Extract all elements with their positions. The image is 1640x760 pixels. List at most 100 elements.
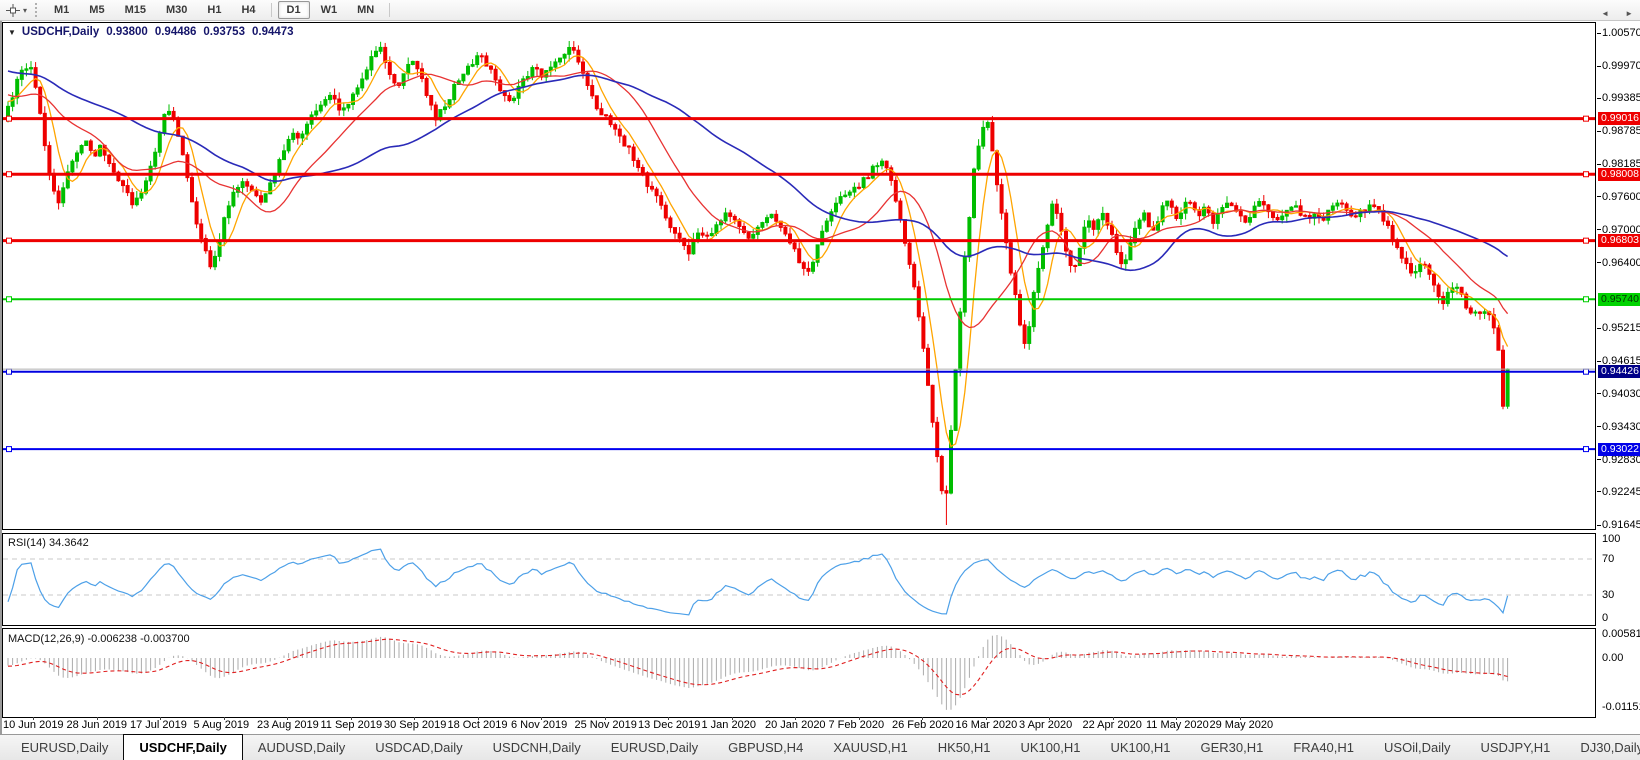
chart-tab-uk100-h1[interactable]: UK100,H1 <box>1005 735 1095 760</box>
chevron-down-icon: ▾ <box>23 6 27 15</box>
toolbar-grip[interactable] <box>35 3 37 17</box>
date-axis-label: 3 Apr 2020 <box>1019 719 1072 731</box>
price-axis-tick <box>1597 361 1601 362</box>
chart-tab-usdjpy-h1[interactable]: USDJPY,H1 <box>1466 735 1566 760</box>
price-level-tag: 0.99016 <box>1598 112 1640 125</box>
main-chart-panel[interactable] <box>2 22 1596 530</box>
chart-tab-usdcad-daily[interactable]: USDCAD,Daily <box>360 735 477 760</box>
price-axis-tick <box>1597 196 1601 197</box>
date-axis-label: 23 Aug 2019 <box>257 719 319 731</box>
date-axis-label: 11 Sep 2019 <box>321 719 383 731</box>
ohlc-high: 0.94486 <box>155 26 197 38</box>
macd-axis-label: -0.011514 <box>1602 701 1640 713</box>
chart-tab-ger30-h1[interactable]: GER30,H1 <box>1185 735 1278 760</box>
date-axis-label: 18 Oct 2019 <box>448 719 508 731</box>
date-axis-label: 5 Aug 2019 <box>194 719 250 731</box>
price-axis-tick <box>1597 229 1601 230</box>
crosshair-icon <box>5 3 21 18</box>
chart-tab-usdcnh-daily[interactable]: USDCNH,Daily <box>478 735 596 760</box>
timeframe-button-h1[interactable]: H1 <box>198 1 230 19</box>
chart-tab-eurusd-daily[interactable]: EURUSD,Daily <box>596 735 713 760</box>
chart-tab-gbpusd-h4[interactable]: GBPUSD,H4 <box>713 735 818 760</box>
date-axis-label: 7 Feb 2020 <box>829 719 885 731</box>
price-axis-tick <box>1597 98 1601 99</box>
date-axis-label: 28 Jun 2019 <box>67 719 128 731</box>
timeframe-buttons: M1M5M15M30H1H4 D1W1MN <box>44 1 395 19</box>
price-axis-label: 0.96400 <box>1602 257 1640 269</box>
price-axis-tick <box>1597 328 1601 329</box>
rsi-axis-label: 30 <box>1602 589 1614 601</box>
date-axis-label: 17 Jul 2019 <box>130 719 187 731</box>
price-axis-label: 0.94030 <box>1602 388 1640 400</box>
chart-title: ▼ USDCHF,Daily 0.93800 0.94486 0.93753 0… <box>8 26 301 38</box>
date-axis-label: 16 Mar 2020 <box>956 719 1018 731</box>
ohlc-low: 0.93753 <box>203 26 245 38</box>
price-axis-tick <box>1597 131 1601 132</box>
macd-axis-label: 0.005818 <box>1602 628 1640 640</box>
window-left-edge <box>0 21 2 735</box>
chart-tab-dj30-daily[interactable]: DJ30,Daily <box>1565 735 1640 760</box>
date-axis-label: 29 May 2020 <box>1210 719 1274 731</box>
price-axis-tick <box>1597 66 1601 67</box>
price-axis-tick <box>1597 459 1601 460</box>
crosshair-tool-button[interactable]: ▾ <box>0 3 31 18</box>
date-axis-label: 6 Nov 2019 <box>511 719 567 731</box>
date-axis-label: 10 Jun 2019 <box>3 719 64 731</box>
macd-label: MACD(12,26,9) -0.006238 -0.003700 <box>8 633 190 645</box>
macd-panel[interactable] <box>2 628 1596 718</box>
chart-tab-usdchf-daily[interactable]: USDCHF,Daily <box>123 734 242 760</box>
timeframe-button-m1[interactable]: M1 <box>45 1 78 19</box>
timeframe-button-m30[interactable]: M30 <box>157 1 196 19</box>
ohlc-close: 0.94473 <box>252 26 294 38</box>
price-axis-tick <box>1597 525 1601 526</box>
timeframe-button-m5[interactable]: M5 <box>80 1 113 19</box>
timeframe-button-d1[interactable]: D1 <box>278 1 310 19</box>
rsi-axis-label: 70 <box>1602 553 1614 565</box>
chart-dropdown-icon[interactable]: ▼ <box>8 28 16 37</box>
tab-scroll-arrows: ◄► <box>1601 0 1633 26</box>
price-axis-label: 0.99385 <box>1602 92 1640 104</box>
price-level-tag: 0.93022 <box>1598 443 1640 456</box>
price-level-tag: 0.95740 <box>1598 293 1640 306</box>
date-axis-label: 20 Jan 2020 <box>765 719 826 731</box>
price-axis-label: 0.93430 <box>1602 421 1640 433</box>
chart-tab-usoil-daily[interactable]: USOil,Daily <box>1369 735 1465 760</box>
rsi-panel[interactable] <box>2 533 1596 626</box>
price-axis-tick <box>1597 491 1601 492</box>
price-axis-tick <box>1597 262 1601 263</box>
tab-scroll-left-icon[interactable]: ◄ <box>1601 9 1609 18</box>
timeframe-button-mn[interactable]: MN <box>348 1 383 19</box>
price-axis-label: 0.95215 <box>1602 322 1640 334</box>
price-level-tag: 0.94426 <box>1598 365 1640 378</box>
tab-scroll-right-icon[interactable]: ► <box>1625 9 1633 18</box>
toolbar-separator <box>271 3 272 17</box>
price-axis-label: 0.99970 <box>1602 60 1640 72</box>
price-axis-label: 0.92245 <box>1602 486 1640 498</box>
chart-tab-eurusd-daily[interactable]: EURUSD,Daily <box>6 735 123 760</box>
price-axis-label: 0.98785 <box>1602 125 1640 137</box>
chart-tab-audusd-daily[interactable]: AUDUSD,Daily <box>243 735 360 760</box>
rsi-axis-label: 100 <box>1602 533 1620 545</box>
date-axis-label: 1 Jan 2020 <box>702 719 756 731</box>
chart-tab-fra40-h1[interactable]: FRA40,H1 <box>1278 735 1369 760</box>
date-axis-label: 25 Nov 2019 <box>575 719 637 731</box>
date-axis-label: 30 Sep 2019 <box>384 719 446 731</box>
ohlc-open: 0.93800 <box>106 26 148 38</box>
price-axis-label: 0.91645 <box>1602 519 1640 531</box>
price-axis-tick <box>1597 33 1601 34</box>
date-axis-label: 13 Dec 2019 <box>638 719 700 731</box>
rsi-label: RSI(14) 34.3642 <box>8 537 89 549</box>
price-axis-tick <box>1597 393 1601 394</box>
chart-tab-hk50-h1[interactable]: HK50,H1 <box>923 735 1006 760</box>
price-level-tag: 0.96803 <box>1598 234 1640 247</box>
macd-axis-label: 0.00 <box>1602 652 1623 664</box>
chart-tab-xauusd-h1[interactable]: XAUUSD,H1 <box>818 735 922 760</box>
chart-tab-uk100-h1[interactable]: UK100,H1 <box>1095 735 1185 760</box>
chart-tab-bar: EURUSD,DailyUSDCHF,DailyAUDUSD,DailyUSDC… <box>0 734 1640 760</box>
timeframe-button-w1[interactable]: W1 <box>312 1 347 19</box>
timeframe-button-h4[interactable]: H4 <box>232 1 264 19</box>
timeframe-button-m15[interactable]: M15 <box>116 1 155 19</box>
price-axis-tick <box>1597 426 1601 427</box>
rsi-axis-label: 0 <box>1602 612 1608 624</box>
price-axis-tick <box>1597 164 1601 165</box>
